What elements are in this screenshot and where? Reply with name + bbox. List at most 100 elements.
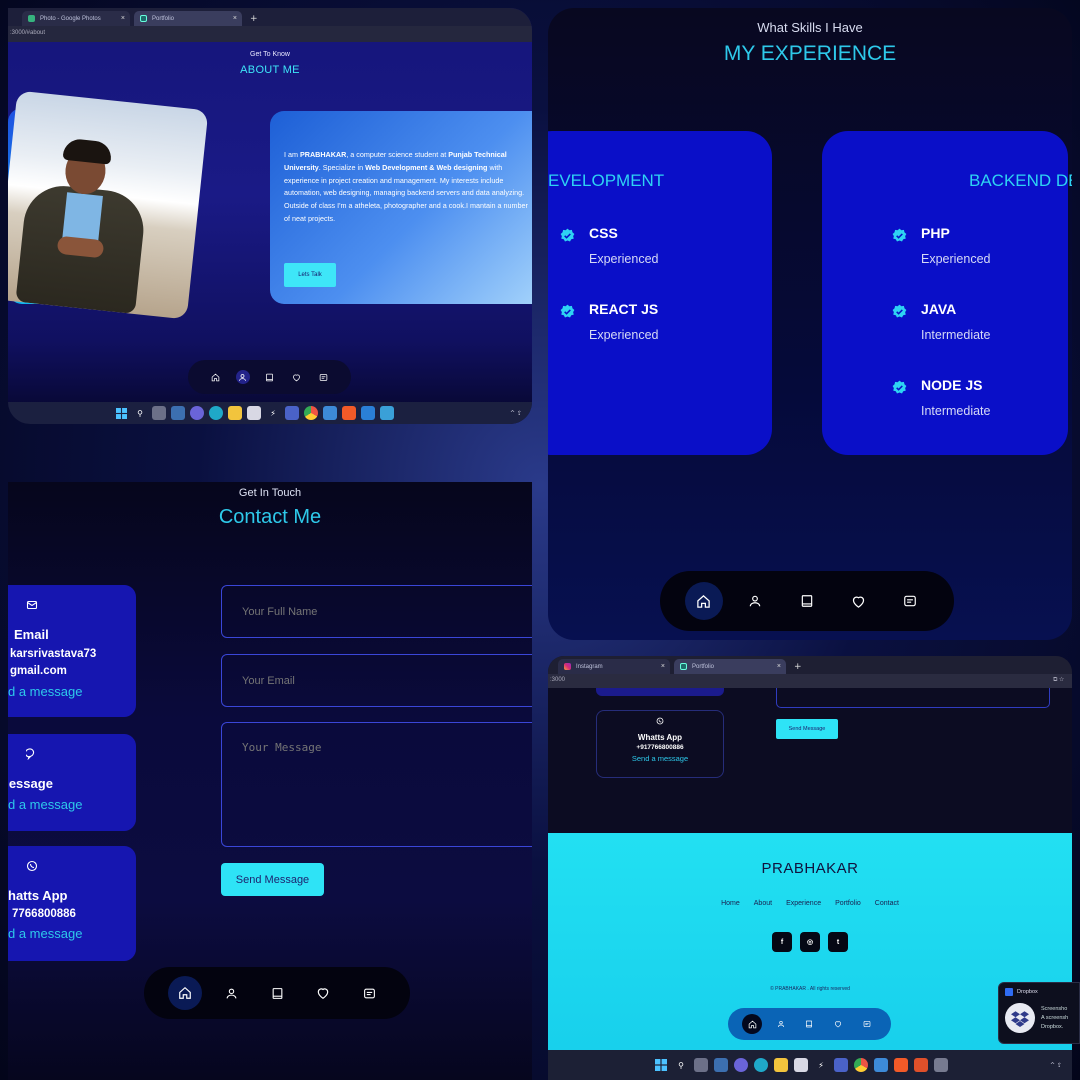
card-value: 7766800886 — [12, 908, 76, 920]
card-title: Whatts App — [637, 733, 683, 742]
send-message-button[interactable]: Send Message — [776, 719, 838, 739]
message-icon[interactable] — [891, 582, 929, 620]
new-tab-icon[interactable]: + — [250, 14, 258, 24]
user-icon[interactable] — [214, 976, 248, 1010]
windows-start-icon[interactable] — [114, 406, 128, 420]
teams-icon[interactable] — [834, 1058, 848, 1072]
book-icon[interactable] — [260, 976, 294, 1010]
terminal-window-icon[interactable] — [934, 1058, 948, 1072]
portfolio-icon — [140, 15, 147, 22]
footer-link-experience[interactable]: Experience — [786, 900, 821, 907]
facebook-icon[interactable]: f — [772, 932, 792, 952]
home-icon[interactable] — [684, 582, 723, 620]
message-icon[interactable] — [317, 370, 331, 384]
heart-icon[interactable] — [840, 582, 878, 620]
browser-tab[interactable]: Photo - Google Photos × — [22, 11, 130, 26]
home-icon[interactable] — [168, 976, 202, 1010]
full-name-input[interactable] — [221, 585, 532, 638]
system-tray[interactable]: ^ ⇪ — [1050, 1062, 1062, 1069]
user-icon[interactable] — [771, 1014, 791, 1034]
chrome-icon[interactable] — [854, 1058, 868, 1072]
instagram-icon[interactable]: ◎ — [800, 932, 820, 952]
teams-chat-icon[interactable] — [190, 406, 204, 420]
share-star-icons[interactable]: ⧉ ☆ — [1053, 677, 1064, 684]
email-input[interactable] — [221, 654, 532, 707]
footer-link-about[interactable]: About — [754, 900, 772, 907]
xampp-icon[interactable] — [914, 1058, 928, 1072]
slack-icon[interactable] — [323, 406, 337, 420]
message-textarea[interactable] — [221, 722, 532, 847]
card-fragment — [596, 688, 724, 696]
heart-icon[interactable] — [290, 370, 304, 384]
browser-tab[interactable]: Portfolio × — [674, 659, 786, 674]
footer-link-portfolio[interactable]: Portfolio — [835, 900, 861, 907]
bottom-nav — [144, 967, 410, 1019]
store-icon[interactable] — [247, 406, 261, 420]
teams-icon[interactable] — [285, 406, 299, 420]
task-view-icon[interactable] — [152, 406, 166, 420]
frontend-card: EVELOPMENT CSS Experienced REACT JS Experi… — [548, 131, 772, 455]
windows-start-icon[interactable] — [654, 1058, 668, 1072]
chrome-icon[interactable] — [304, 406, 318, 420]
user-icon[interactable] — [235, 370, 250, 384]
book-icon[interactable] — [263, 370, 277, 384]
address-bar[interactable]: :3000/#about — [8, 26, 532, 42]
message-icon[interactable] — [857, 1014, 877, 1034]
footer-link-home[interactable]: Home — [721, 900, 740, 907]
new-tab-icon[interactable]: + — [794, 662, 802, 672]
send-message-link[interactable]: Send a message — [597, 754, 723, 763]
about-card: I am PRABHAKAR, a computer science stude… — [270, 111, 532, 304]
twitter-icon[interactable]: t — [828, 932, 848, 952]
terminal-icon[interactable]: ⚡ — [814, 1058, 828, 1072]
close-icon[interactable]: × — [233, 15, 237, 22]
teams-chat-icon[interactable] — [734, 1058, 748, 1072]
edge-icon[interactable] — [754, 1058, 768, 1072]
messenger-icon — [26, 748, 35, 760]
file-explorer-icon[interactable] — [774, 1058, 788, 1072]
lets-talk-button[interactable]: Lets Talk — [284, 263, 336, 287]
book-icon[interactable] — [788, 582, 826, 620]
brave-icon[interactable] — [894, 1058, 908, 1072]
section-eyebrow: What Skills I Have — [757, 20, 863, 35]
file-explorer-icon[interactable] — [228, 406, 242, 420]
home-icon[interactable] — [742, 1014, 763, 1034]
close-icon[interactable]: × — [121, 15, 125, 22]
send-message-button[interactable]: Send Message — [221, 863, 324, 896]
home-icon[interactable] — [209, 370, 223, 384]
experience-window: What Skills I Have MY EXPERIENCE EVELOPM… — [548, 8, 1072, 640]
heart-icon[interactable] — [306, 976, 340, 1010]
send-message-link[interactable]: d a message — [8, 926, 82, 941]
store-icon[interactable] — [794, 1058, 808, 1072]
send-message-link[interactable]: d a message — [8, 684, 82, 699]
search-icon[interactable]: ⚲ — [133, 406, 147, 420]
heart-icon[interactable] — [828, 1014, 848, 1034]
book-icon[interactable] — [799, 1014, 819, 1034]
footer-link-contact[interactable]: Contact — [875, 900, 899, 907]
address-bar[interactable]: :3000 ⧉ ☆ — [548, 674, 1072, 688]
edge-icon[interactable] — [209, 406, 223, 420]
skill-name: JAVA — [921, 301, 957, 317]
user-icon[interactable] — [736, 582, 774, 620]
brave-icon[interactable] — [342, 406, 356, 420]
message-icon[interactable] — [352, 976, 386, 1010]
browser-tab[interactable]: Instagram × — [558, 659, 670, 674]
section-eyebrow: Get To Know — [250, 51, 290, 58]
browser-tab[interactable]: Portfolio × — [134, 11, 242, 26]
close-icon[interactable]: × — [777, 663, 781, 670]
photos-icon[interactable] — [380, 406, 394, 420]
system-tray[interactable]: ^ ⇪ — [510, 410, 522, 417]
verified-check-icon — [892, 380, 907, 394]
terminal-icon[interactable]: ⚡ — [266, 406, 280, 420]
slack-icon[interactable] — [874, 1058, 888, 1072]
widgets-icon[interactable] — [171, 406, 185, 420]
dropbox-notification[interactable]: Dropbox Screensho A screensh Dropbox. — [998, 982, 1080, 1044]
send-message-link[interactable]: d a message — [8, 797, 82, 812]
vscode-icon[interactable] — [361, 406, 375, 420]
close-icon[interactable]: × — [661, 663, 665, 670]
widgets-icon[interactable] — [714, 1058, 728, 1072]
textarea-fragment — [776, 688, 1050, 708]
site-footer: PRABHAKAR Home About Experience Portfoli… — [548, 833, 1072, 1050]
skill-level: Intermediate — [921, 404, 991, 418]
search-icon[interactable]: ⚲ — [674, 1058, 688, 1072]
task-view-icon[interactable] — [694, 1058, 708, 1072]
